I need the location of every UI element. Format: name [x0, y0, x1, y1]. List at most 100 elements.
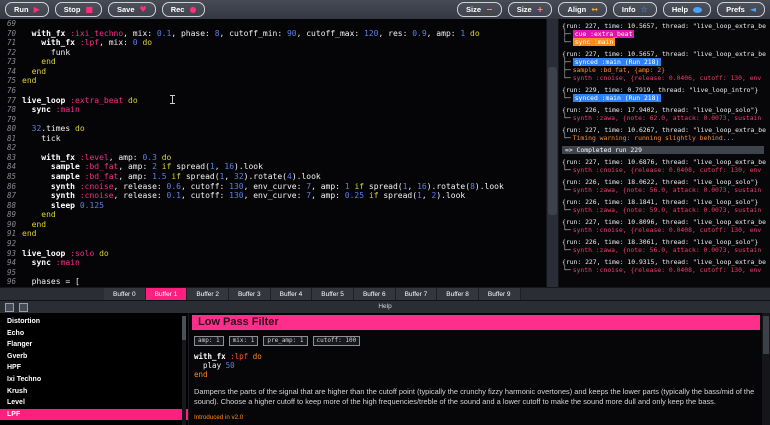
line-number: 75: [0, 76, 22, 86]
size-button[interactable]: Size+: [508, 2, 553, 17]
code-line: 74 end: [0, 67, 546, 77]
rec-button[interactable]: Rec ●: [162, 2, 206, 17]
line-number: 91: [0, 229, 22, 239]
fx-item-gverb[interactable]: Gverb: [0, 351, 188, 363]
tree-branch-icon: └─: [563, 94, 571, 102]
code-text: tick: [22, 134, 61, 144]
tree-branch-icon: └─: [563, 266, 571, 274]
tab-buffer-6[interactable]: Buffer 6: [354, 288, 396, 300]
help-scrollbar-thumb[interactable]: [763, 316, 769, 354]
line-number: 88: [0, 201, 22, 211]
fx-item-lpf[interactable]: LPF: [0, 409, 188, 421]
help-scrollbar[interactable]: [762, 313, 770, 425]
log-entry: {run: 227, time: 10.8096, thread: "live_…: [562, 218, 770, 234]
tree-branch-icon: └─: [563, 114, 571, 122]
tab-buffer-7[interactable]: Buffer 7: [396, 288, 438, 300]
log-message: synth :zawa, {note: 62.0, attack: 0.0073…: [573, 114, 762, 122]
log-entry-header: {run: 229, time: 0.7919, thread: "live_l…: [562, 86, 770, 94]
info-button[interactable]: Info☆: [613, 2, 657, 17]
code-line: 81 tick: [0, 134, 546, 144]
log-entry-header: {run: 227, time: 10.9315, thread: "live_…: [562, 258, 770, 266]
log-entry-header: {run: 227, time: 10.5657, thread: "live_…: [562, 22, 770, 30]
code-line: 89 end: [0, 210, 546, 220]
log-entry-header: {run: 226, time: 18.3061, thread: "live_…: [562, 238, 770, 246]
code-text: live_loop :extra_beat do: [22, 96, 138, 106]
tab-buffer-2[interactable]: Buffer 2: [187, 288, 229, 300]
example-code-line: with_fx :lpf do: [194, 353, 760, 362]
log-entry-header: {run: 226, time: 18.0622, thread: "live_…: [562, 178, 770, 186]
fx-list-scrollbar-thumb[interactable]: [182, 316, 186, 340]
tab-buffer-5[interactable]: Buffer 5: [312, 288, 354, 300]
button-label: Size: [517, 5, 532, 14]
log-entry: => Completed run 229: [562, 146, 770, 154]
code-text: end: [22, 67, 46, 77]
prefs-button[interactable]: Prefs◄: [717, 2, 765, 17]
fx-item-ixi-techno[interactable]: Ixi Techno: [0, 374, 188, 386]
code-text: 32.times do: [22, 124, 85, 134]
fx-item-distortion[interactable]: Distortion: [0, 316, 188, 328]
tab-buffer-3[interactable]: Buffer 3: [229, 288, 271, 300]
log-message: synth :zawa, {note: 56.0, attack: 0.0073…: [573, 186, 762, 194]
help-dock-title: Help: [378, 303, 391, 310]
stop-button[interactable]: Stop■: [55, 2, 102, 17]
log-entry: {run: 226, time: 18.3061, thread: "live_…: [562, 238, 770, 254]
tab-buffer-9[interactable]: Buffer 9: [479, 288, 521, 300]
tree-branch-icon: └─: [563, 206, 571, 214]
completed-run-banner: => Completed run 229: [562, 146, 764, 154]
line-number: 94: [0, 258, 22, 268]
fx-list: DistortionEchoFlangerGverbHPFIxi TechnoK…: [0, 313, 188, 425]
log-message-row: └─Timing warning: running slightly behin…: [562, 134, 770, 142]
save-button[interactable]: Save♥: [108, 2, 156, 17]
tab-buffer-0[interactable]: Buffer 0: [104, 288, 146, 300]
align-button[interactable]: Align↔: [558, 2, 606, 17]
code-text: live_loop :solo do: [22, 249, 109, 259]
line-number: 93: [0, 249, 22, 259]
log-message-row: └─synth :zawa, {note: 56.0, attack: 0.00…: [562, 246, 770, 254]
fx-item-hpf[interactable]: HPF: [0, 362, 188, 374]
code-text: synth :cnoise, release: 0.6, cutoff: 130…: [22, 182, 504, 192]
fx-item-echo[interactable]: Echo: [0, 328, 188, 340]
code-line: 75end: [0, 76, 546, 86]
example-code-line: end: [194, 371, 760, 380]
fx-item-krush[interactable]: Krush: [0, 386, 188, 398]
help-sidebar: DistortionEchoFlangerGverbHPFIxi TechnoK…: [0, 313, 189, 425]
button-label: Run: [14, 5, 29, 14]
code-line: 73 end: [0, 57, 546, 67]
log-message: cue :extra_beat: [573, 30, 635, 38]
editor-scrollbar[interactable]: [546, 19, 559, 287]
fx-introduced-version: Introduced in v2.0: [194, 414, 758, 421]
fx-item-flanger[interactable]: Flanger: [0, 339, 188, 351]
fx-list-scrollbar[interactable]: [182, 316, 186, 425]
close-panel-icon[interactable]: [19, 303, 28, 312]
tree-branch-icon: ├─: [563, 30, 571, 38]
log-message-row: └─synth :zawa, {note: 56.0, attack: 0.00…: [562, 186, 770, 194]
log-message: synth :zawa, {note: 56.0, attack: 0.0073…: [573, 246, 762, 254]
code-line: 92: [0, 239, 546, 249]
button-label: Rec: [171, 5, 185, 14]
line-number: 90: [0, 220, 22, 230]
code-lines: 6970 with_fx :ixi_techno, mix: 0.1, phas…: [0, 19, 546, 287]
button-label: Help: [672, 5, 688, 14]
tab-buffer-1[interactable]: Buffer 1: [146, 288, 188, 300]
size-button[interactable]: Size−: [457, 2, 502, 17]
code-line: 93live_loop :solo do: [0, 249, 546, 259]
log-message-row: └─synth :cnoise, {release: 0.0408, cutof…: [562, 226, 770, 234]
log-message-row: └─synth :zawa, {note: 62.0, attack: 0.00…: [562, 114, 770, 122]
line-number: 78: [0, 105, 22, 115]
line-number: 72: [0, 48, 22, 58]
fx-item-level[interactable]: Level: [0, 397, 188, 409]
log-message: synth :cnoise, {release: 0.0406, cutoff:…: [573, 74, 762, 82]
code-text: synth :cnoise, release: 0.1, cutoff: 130…: [22, 191, 465, 201]
tree-branch-icon: └─: [563, 74, 571, 82]
stop-icon: ■: [85, 6, 93, 14]
tab-buffer-4[interactable]: Buffer 4: [271, 288, 313, 300]
fx-doc-title: Low Pass Filter: [192, 315, 760, 330]
code-editor[interactable]: 6970 with_fx :ixi_techno, mix: 0.1, phas…: [0, 19, 546, 287]
help-button[interactable]: Help: [663, 2, 711, 17]
record-icon: ●: [189, 6, 196, 14]
run-button[interactable]: Run▶: [5, 2, 49, 17]
editor-scrollbar-thumb[interactable]: [548, 67, 557, 214]
float-panel-icon[interactable]: [5, 303, 14, 312]
tab-buffer-8[interactable]: Buffer 8: [437, 288, 479, 300]
code-line: 82: [0, 143, 546, 153]
